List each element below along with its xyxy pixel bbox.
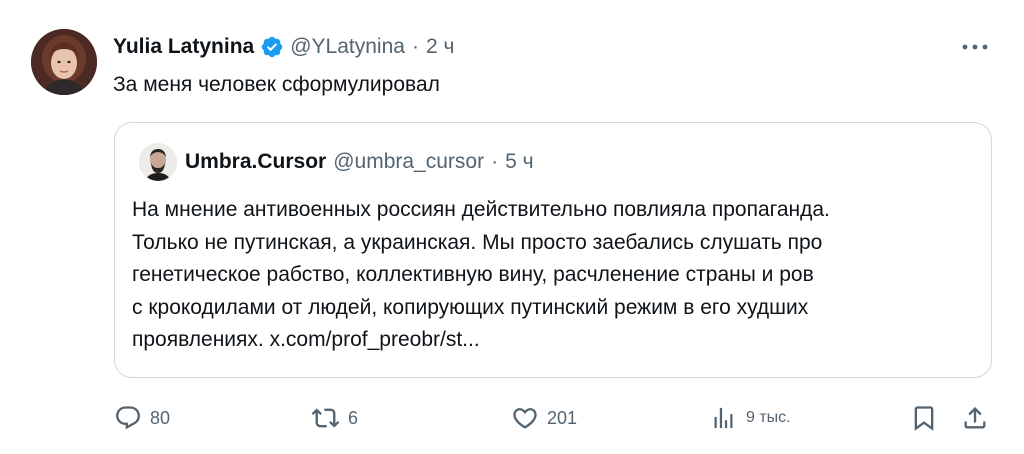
separator-dot: · <box>411 35 419 58</box>
tweet-time[interactable]: 2 ч <box>426 35 454 59</box>
quote-time[interactable]: 5 ч <box>505 150 533 174</box>
verified-badge-icon[interactable] <box>260 35 284 59</box>
tweet[interactable]: Yulia Latynina @YLatynina · 2 ч За меня … <box>0 0 1024 454</box>
reply-count: 80 <box>150 407 171 428</box>
repost-count: 6 <box>348 407 359 428</box>
quote-avatar-image <box>139 143 177 181</box>
quote-author-name[interactable]: Umbra.Cursor <box>185 150 326 174</box>
tweet-text: За меня человек сформулировал <box>113 73 440 96</box>
tweet-header: Yulia Latynina @YLatynina · 2 ч <box>113 33 454 61</box>
quote-header: Umbra.Cursor @umbra_cursor · 5 ч <box>185 148 534 176</box>
more-icon[interactable] <box>957 33 993 61</box>
quote-author-avatar[interactable] <box>139 143 177 181</box>
quote-author-handle[interactable]: @umbra_cursor <box>333 150 484 174</box>
share-button[interactable] <box>961 398 989 438</box>
action-bar: 80 6 201 9 тыс. <box>0 398 1024 438</box>
repost-icon <box>311 404 340 432</box>
author-avatar[interactable] <box>31 29 97 95</box>
repost-button[interactable]: 6 <box>311 398 358 438</box>
like-button[interactable]: 201 <box>511 398 577 438</box>
author-avatar-image <box>31 29 97 95</box>
reply-icon <box>114 404 142 432</box>
quote-separator-dot: · <box>491 150 499 173</box>
quote-text: На мнение антивоенных россиян действител… <box>132 198 830 351</box>
author-handle[interactable]: @YLatynina <box>290 35 405 59</box>
views-count: 9 тыс. <box>746 409 791 426</box>
bookmark-button[interactable] <box>910 398 938 438</box>
like-icon <box>511 404 539 432</box>
views-icon <box>710 404 737 432</box>
author-name[interactable]: Yulia Latynina <box>113 35 254 59</box>
share-icon <box>961 404 989 432</box>
quoted-tweet[interactable]: Umbra.Cursor @umbra_cursor · 5 ч На мнен… <box>114 122 992 378</box>
like-count: 201 <box>547 407 578 428</box>
reply-button[interactable]: 80 <box>114 398 170 438</box>
views-button[interactable]: 9 тыс. <box>710 398 791 438</box>
bookmark-icon <box>910 404 938 432</box>
